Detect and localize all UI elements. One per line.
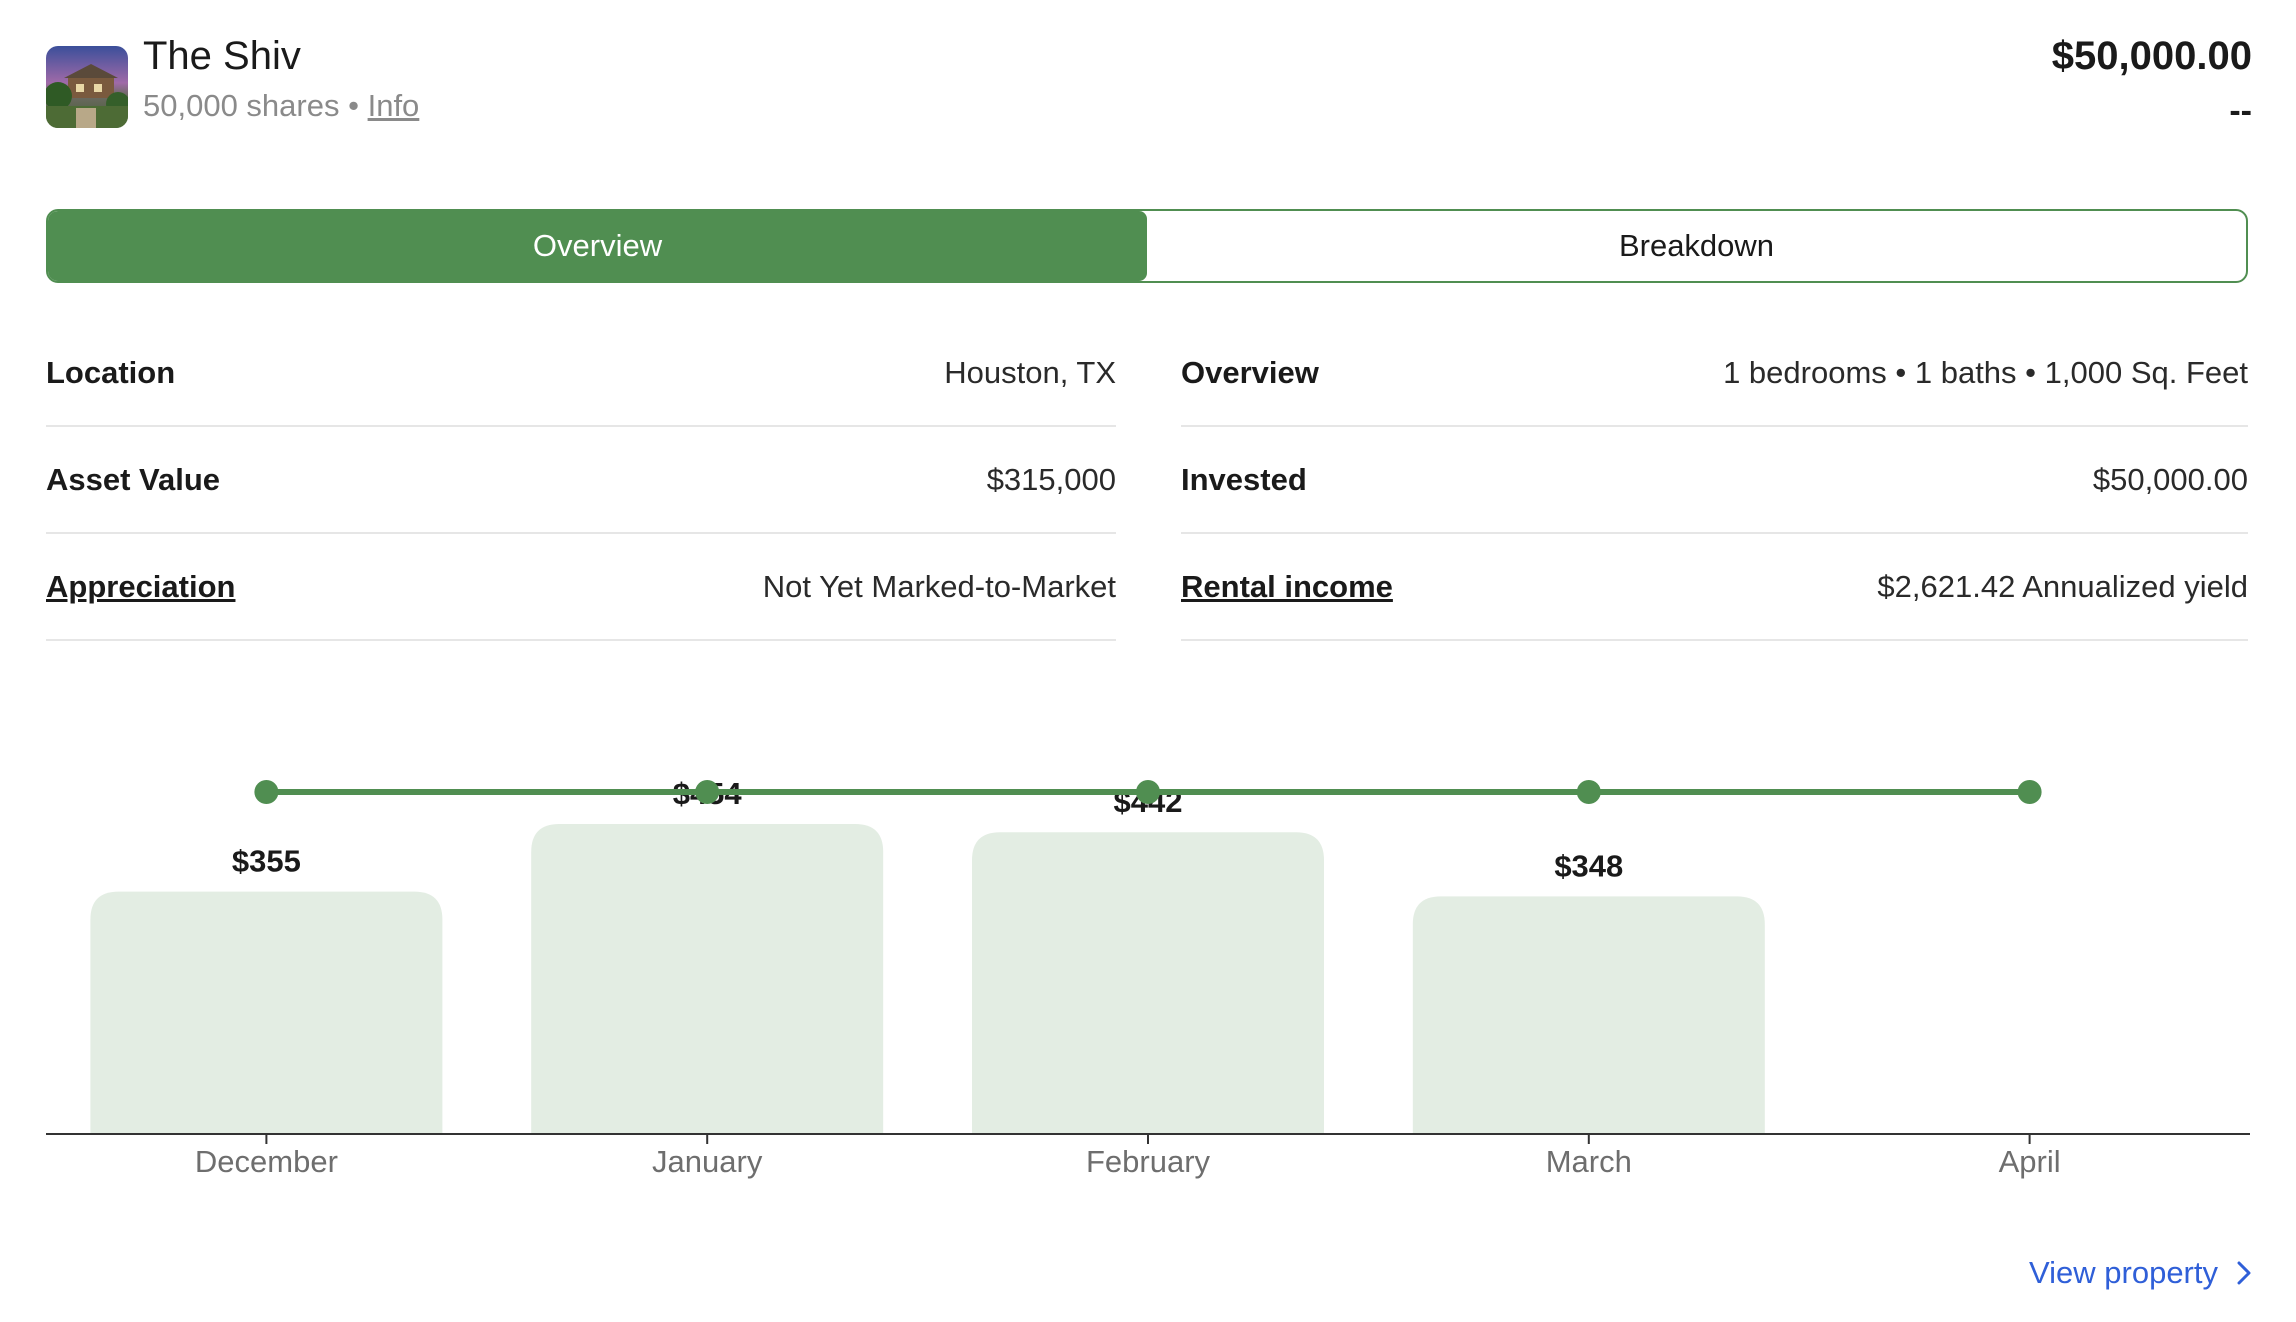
bar-value-label: $348	[1554, 848, 1623, 883]
view-property-label: View property	[2029, 1255, 2218, 1290]
line-point[interactable]	[1576, 780, 1601, 804]
x-tick-label: February	[1086, 1144, 1211, 1179]
line-point[interactable]	[254, 780, 279, 804]
appreciation-link[interactable]: Appreciation	[46, 569, 235, 605]
detail-value: Not Yet Marked-to-Market	[762, 568, 1116, 604]
rental-income-link[interactable]: Rental income	[1181, 569, 1393, 605]
x-tick-label: January	[652, 1144, 763, 1179]
info-link[interactable]: Info	[368, 88, 420, 123]
detail-value: Houston, TX	[944, 354, 1116, 390]
bar-value-label: $355	[232, 844, 301, 879]
detail-label: Invested	[1181, 461, 1307, 497]
detail-value: $2,621.42 Annualized yield	[1877, 568, 2248, 604]
detail-row-invested: Invested $50,000.00	[1181, 427, 2248, 534]
tab-breakdown[interactable]: Breakdown	[1147, 211, 2246, 281]
property-card: The Shiv 50,000 shares • Info $50,000.00…	[0, 0, 2296, 1322]
detail-value: $315,000	[986, 461, 1116, 497]
separator-dot: •	[348, 88, 359, 123]
detail-value: 1 bedrooms • 1 baths • 1,000 Sq. Feet	[1723, 354, 2248, 390]
detail-label: Asset Value	[46, 461, 221, 497]
detail-label: Location	[46, 354, 176, 390]
x-tick-label: March	[1546, 1144, 1632, 1179]
shares-count: 50,000 shares	[143, 88, 340, 123]
property-thumbnail[interactable]	[46, 46, 128, 128]
line-point[interactable]	[695, 780, 720, 804]
detail-row-rental-income: Rental income $2,621.42 Annualized yield	[1181, 534, 2248, 641]
detail-row-location: Location Houston, TX	[46, 320, 1116, 427]
rental-income-chart: $355$454$442$348DecemberJanuaryFebruaryM…	[46, 776, 2250, 1179]
chevron-right-icon	[2237, 1261, 2251, 1285]
bar[interactable]	[1412, 896, 1765, 1134]
x-tick-label: April	[1999, 1144, 2061, 1179]
property-subtitle: 50,000 shares • Info	[143, 88, 419, 124]
detail-row-appreciation: Appreciation Not Yet Marked-to-Market	[46, 534, 1116, 641]
view-property-link[interactable]: View property	[2029, 1255, 2252, 1291]
bar[interactable]	[972, 832, 1324, 1134]
tab-overview[interactable]: Overview	[48, 211, 1147, 281]
detail-row-overview: Overview 1 bedrooms • 1 baths • 1,000 Sq…	[1181, 320, 2248, 427]
view-tabs: Overview Breakdown	[46, 209, 2248, 283]
x-tick-label: December	[195, 1144, 338, 1179]
bar[interactable]	[531, 824, 884, 1134]
detail-value: $50,000.00	[2092, 461, 2248, 497]
bar[interactable]	[90, 891, 443, 1134]
detail-row-asset-value: Asset Value $315,000	[46, 427, 1116, 534]
line-point[interactable]	[1136, 780, 1160, 804]
position-change: --	[2229, 92, 2252, 130]
detail-label: Overview	[1181, 354, 1319, 390]
property-image	[46, 46, 128, 128]
line-point[interactable]	[2017, 780, 2042, 804]
property-title: The Shiv	[143, 34, 301, 78]
position-value: $50,000.00	[2051, 34, 2252, 78]
